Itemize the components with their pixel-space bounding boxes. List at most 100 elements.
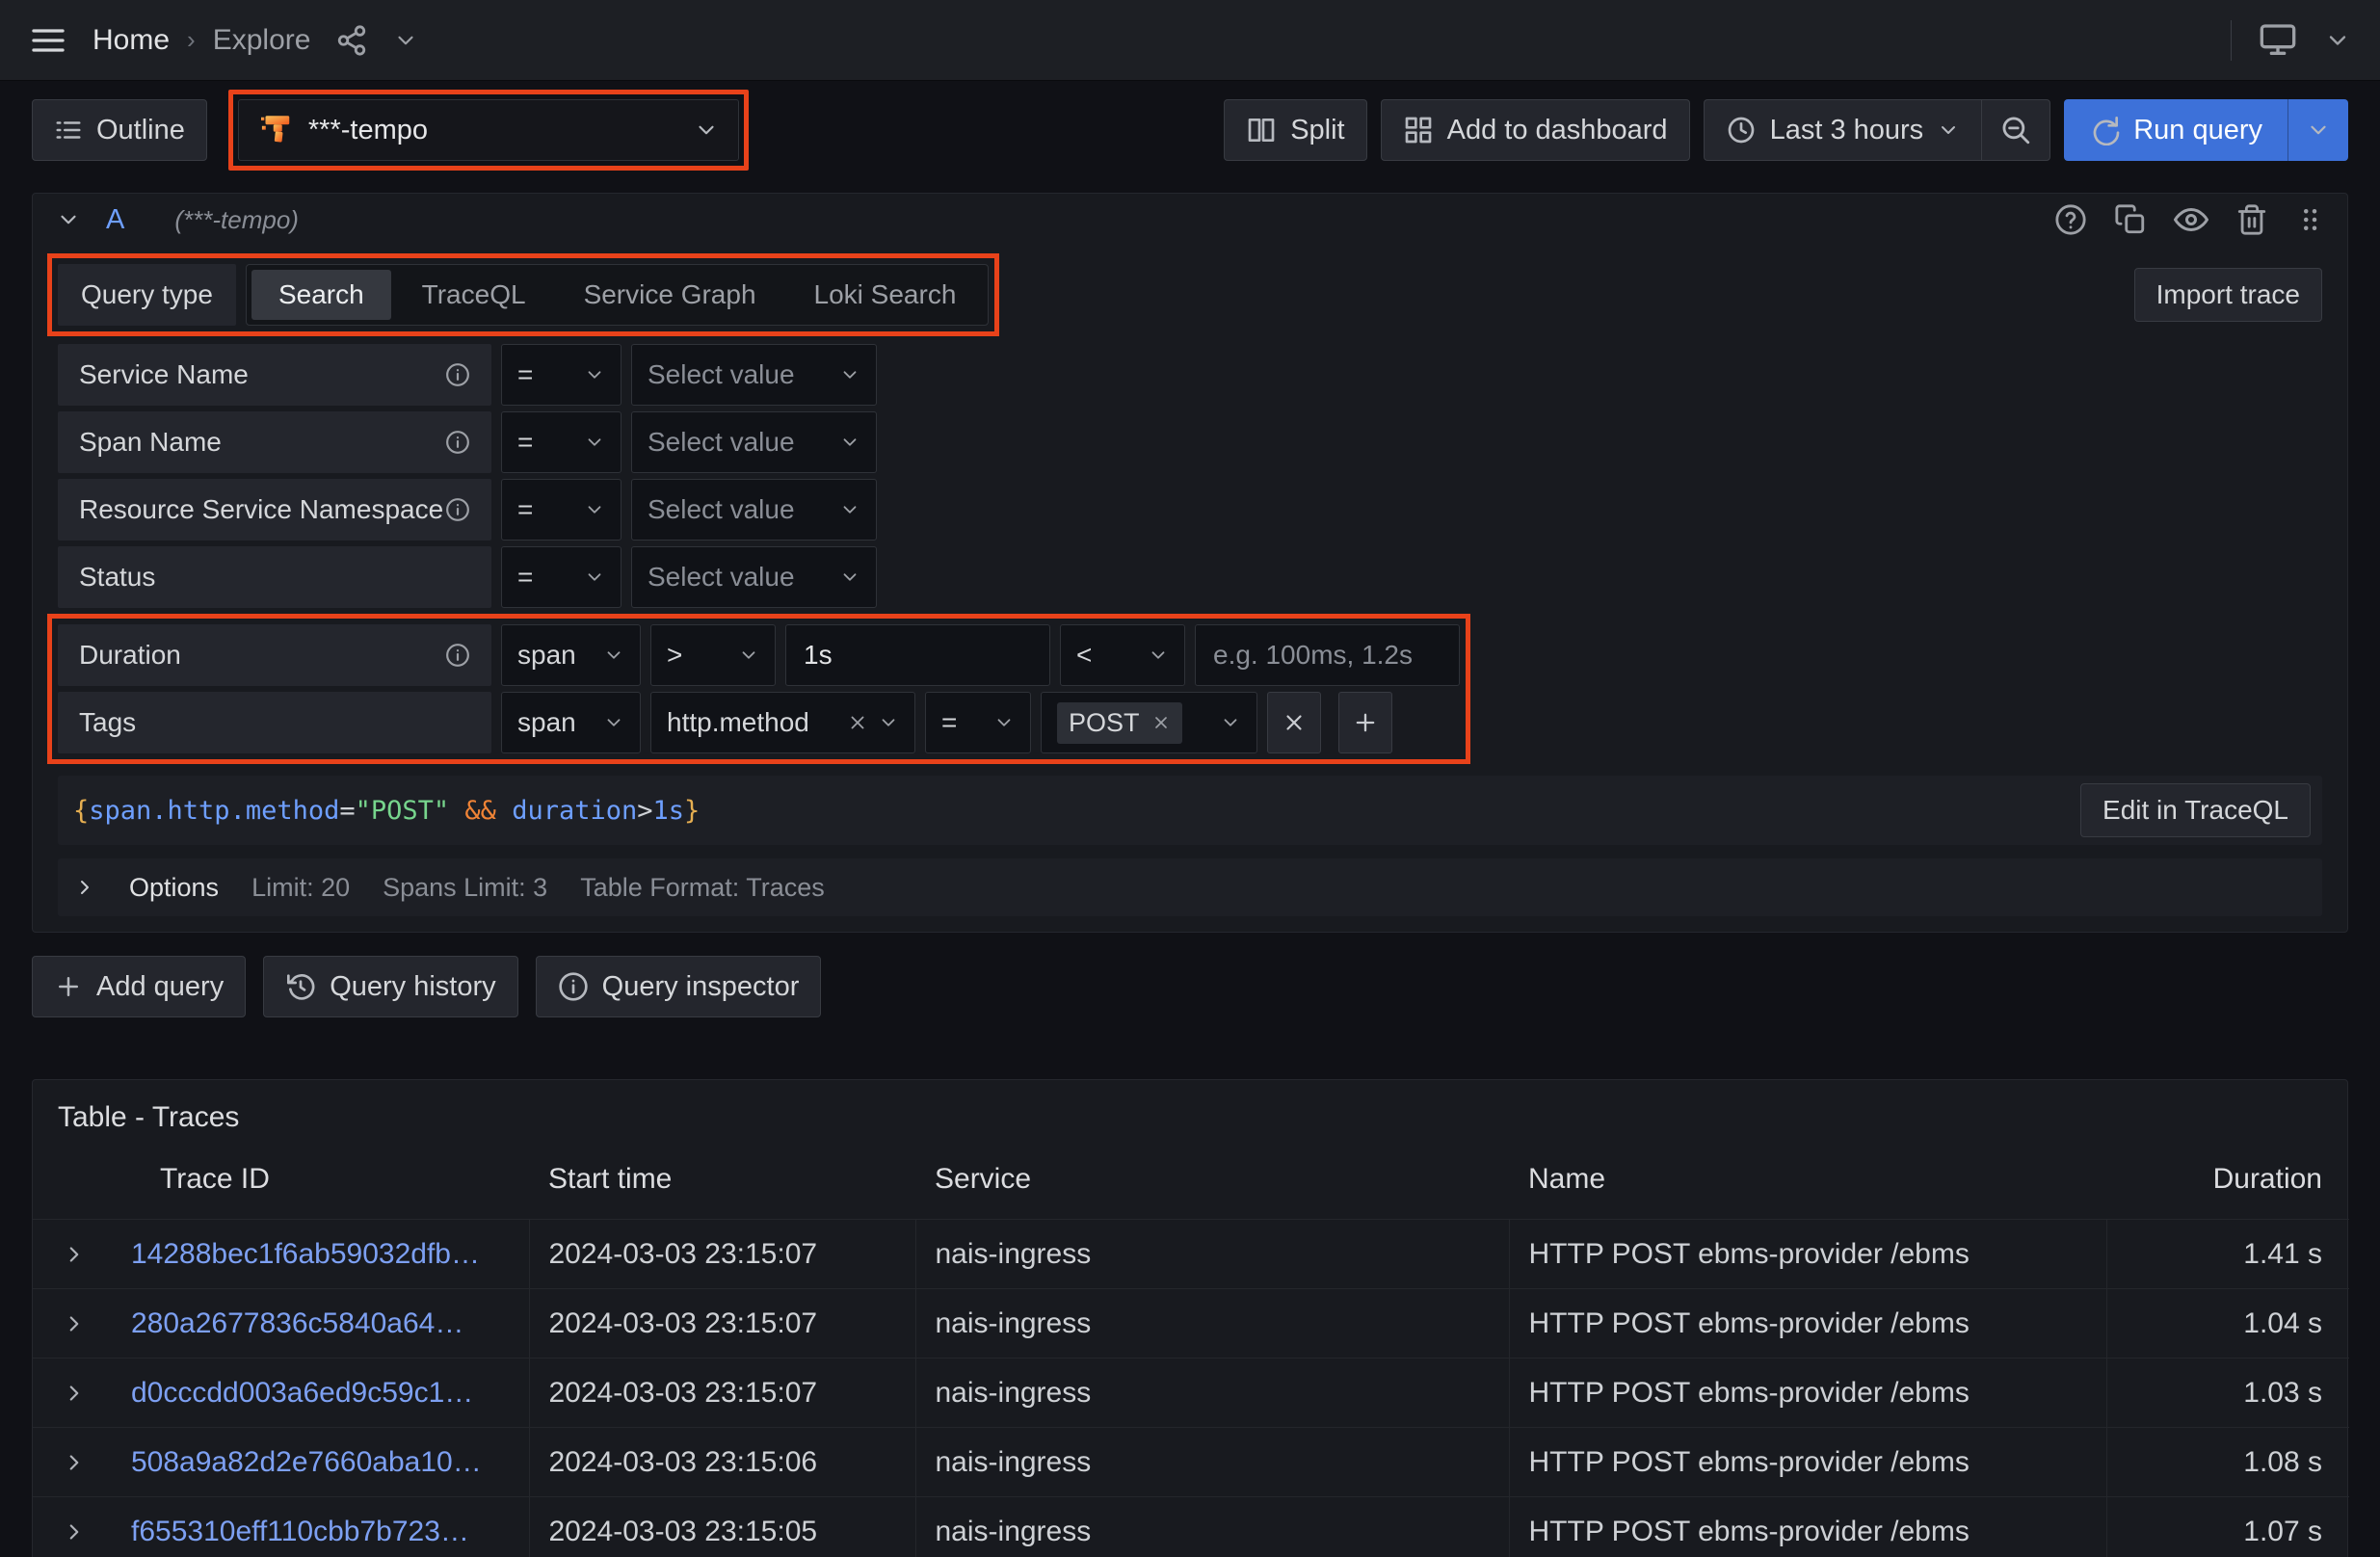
run-query-button[interactable]: Run query [2064,99,2287,161]
time-range-picker[interactable]: Last 3 hours [1704,99,1982,161]
col-start-time[interactable]: Start time [529,1163,915,1220]
outline-icon [54,116,83,145]
filter-row-span-name: Span Name = Select value [58,411,2322,473]
table-row: d0cccdd003a6ed9c59c1… 2024-03-03 23:15:0… [33,1359,2349,1428]
trace-id-link[interactable]: f655310eff110cbb7b723… [131,1516,469,1548]
chevron-down-icon[interactable] [2324,27,2351,54]
filter-row-tags: Tags span http.method [58,692,1460,753]
share-icon[interactable] [335,24,368,57]
split-button[interactable]: Split [1224,99,1366,161]
outline-button[interactable]: Outline [32,99,207,161]
tag-scope-select[interactable]: span [501,692,641,753]
tab-search[interactable]: Search [251,270,391,320]
query-editor-panel: A (***-tempo) [32,193,2348,933]
traces-table: Trace ID Start time Service Name Duratio… [33,1163,2349,1557]
tab-service-graph[interactable]: Service Graph [557,270,783,320]
value-select[interactable]: Select value [631,479,877,541]
add-query-label: Add query [96,971,224,1003]
explore-toolbar: Outline [32,89,2348,172]
tag-value-select[interactable]: POST [1041,692,1257,753]
datasource-name: ***-tempo [308,115,428,146]
value-select[interactable]: Select value [631,411,877,473]
info-icon[interactable] [445,497,470,522]
annotation-box-duration-tags: Duration span > < [47,614,1470,764]
chevron-right-icon[interactable] [62,1519,87,1544]
chevron-right-icon[interactable] [62,1311,87,1336]
chevron-right-icon[interactable] [62,1450,87,1475]
trace-id-link[interactable]: 14288bec1f6ab59032dfb… [131,1238,480,1271]
duration-min-operator-select[interactable]: > [650,624,776,686]
query-ref-id[interactable]: A [106,204,124,236]
trace-id-link[interactable]: d0cccdd003a6ed9c59c1… [131,1377,473,1410]
col-duration[interactable]: Duration [2106,1163,2349,1220]
explore-page: Home › Explore [0,0,2380,1557]
tab-traceql[interactable]: TraceQL [395,270,553,320]
annotation-box-datasource: ***-tempo [228,90,749,171]
chevron-down-icon[interactable] [393,28,418,53]
edit-in-traceql-button[interactable]: Edit in TraceQL [2080,783,2311,837]
operator-select[interactable]: = [501,479,621,541]
secondary-actions: Add query Query history Query inspector [32,956,2348,1017]
zoom-out-time-button[interactable] [1981,99,2050,161]
chevron-right-icon[interactable] [62,1381,87,1406]
value-select[interactable]: Select value [631,546,877,608]
options-limit: Limit: 20 [251,873,350,903]
chevron-down-icon [2306,118,2331,143]
query-inspector-button[interactable]: Query inspector [536,956,822,1017]
add-tag-button[interactable] [1338,692,1392,753]
options-row[interactable]: Options Limit: 20 Spans Limit: 3 Table F… [58,858,2322,916]
tab-loki-search[interactable]: Loki Search [787,270,984,320]
trace-id-link[interactable]: 280a2677836c5840a64… [131,1307,463,1340]
close-icon [1282,710,1307,735]
col-name[interactable]: Name [1509,1163,2106,1220]
datasource-picker[interactable]: ***-tempo [238,99,739,161]
search-minus-icon [1999,114,2032,146]
col-service[interactable]: Service [915,1163,1509,1220]
operator-select[interactable]: = [501,411,621,473]
filter-row-duration: Duration span > < [58,624,1460,686]
start-time-cell: 2024-03-03 23:15:06 [529,1428,915,1497]
duration-max-operator-select[interactable]: < [1060,624,1185,686]
monitor-icon[interactable] [2259,21,2297,60]
service-cell: nais-ingress [915,1220,1509,1289]
operator-select[interactable]: = [501,344,621,406]
duration-min-input[interactable] [785,624,1050,686]
duration-scope-select[interactable]: span [501,624,641,686]
breadcrumb-explore[interactable]: Explore [213,24,311,57]
breadcrumb-separator-icon: › [187,25,196,55]
query-inspector-label: Query inspector [602,971,800,1003]
import-trace-button[interactable]: Import trace [2134,268,2322,322]
breadcrumb: Home › Explore [93,24,310,57]
close-icon[interactable] [1151,713,1171,732]
trace-id-link[interactable]: 508a9a82d2e7660aba10… [131,1446,482,1479]
chevron-right-icon[interactable] [62,1242,87,1267]
chevron-right-icon [73,876,96,899]
add-query-button[interactable]: Add query [32,956,246,1017]
close-icon[interactable] [847,712,868,733]
eye-icon[interactable] [2174,202,2208,237]
info-icon[interactable] [445,430,470,455]
help-icon[interactable] [2054,203,2087,236]
outline-label: Outline [96,115,185,146]
value-select[interactable]: Select value [631,344,877,406]
copy-icon[interactable] [2114,203,2147,236]
breadcrumb-home[interactable]: Home [93,24,170,57]
query-history-button[interactable]: Query history [263,956,517,1017]
run-query-dropdown-button[interactable] [2287,99,2348,161]
menu-icon[interactable] [29,21,67,60]
info-icon[interactable] [445,643,470,668]
collapse-query-icon[interactable] [56,207,81,232]
info-icon[interactable] [445,362,470,387]
add-to-dashboard-button[interactable]: Add to dashboard [1381,99,1690,161]
tag-key-select[interactable]: http.method [650,692,915,753]
operator-select[interactable]: = [501,546,621,608]
duration-max-input[interactable] [1195,624,1460,686]
name-cell: HTTP POST ebms-provider /ebms [1509,1289,2106,1359]
tag-value-chip: POST [1057,702,1182,744]
trash-icon[interactable] [2235,203,2268,236]
duration-cell: 1.03 s [2106,1359,2349,1428]
tag-operator-select[interactable]: = [925,692,1031,753]
col-trace-id[interactable]: Trace ID [33,1163,529,1220]
grip-icon[interactable] [2295,203,2324,236]
remove-tag-button[interactable] [1267,692,1321,753]
